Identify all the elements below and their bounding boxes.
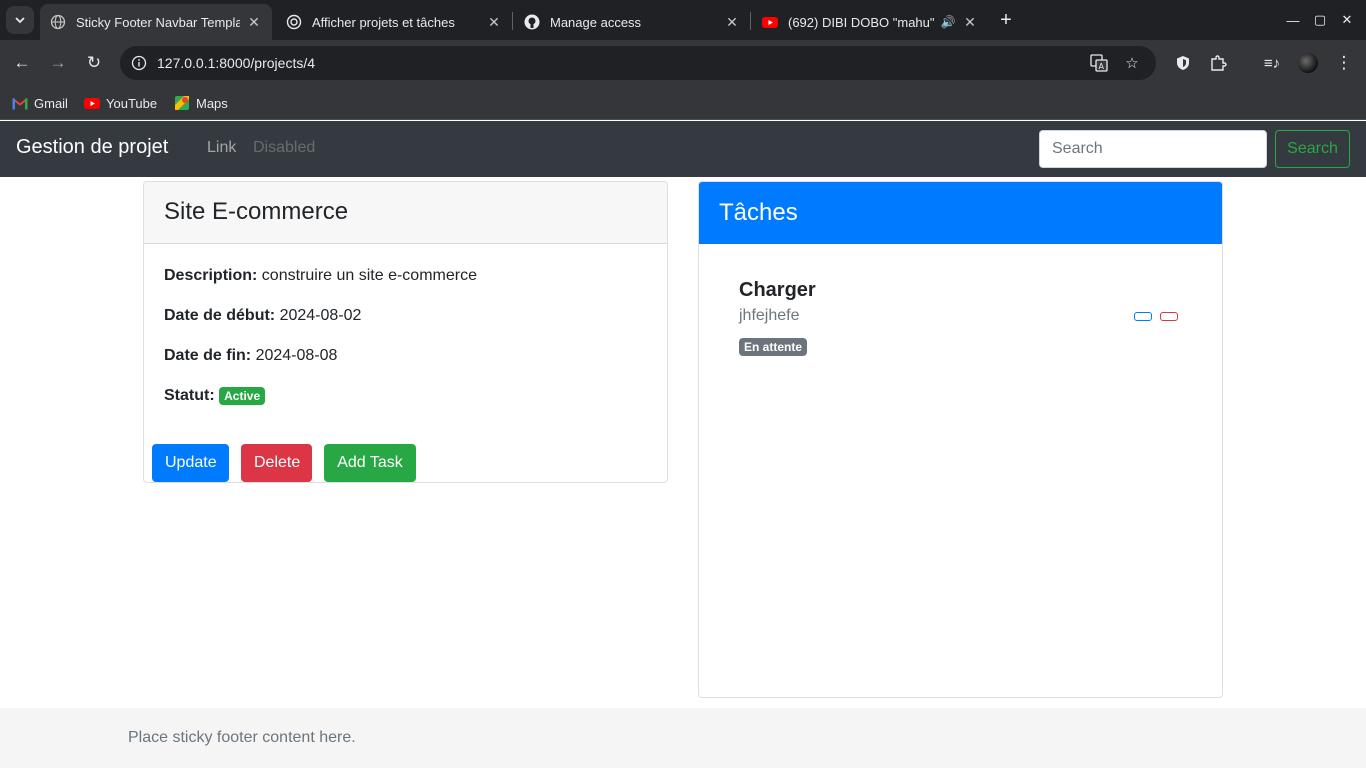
tab-sticky-footer[interactable]: Sticky Footer Navbar Templa ✕: [40, 4, 272, 40]
project-card-body: Description: construire un site e-commer…: [144, 244, 667, 444]
url-text: 127.0.0.1:8000/projects/4: [157, 55, 316, 71]
end-date-label: Date de fin:: [164, 347, 252, 364]
nav-link-disabled: Disabled: [253, 139, 316, 156]
start-date-value: 2024-08-02: [279, 307, 362, 324]
project-card: Site E-commerce Description: construire …: [143, 181, 668, 483]
media-control-icon[interactable]: ≡♪: [1258, 49, 1286, 77]
tab-title: (692) DIBI DOBO "mahu": [788, 14, 934, 30]
tab-manage-access[interactable]: Manage access ✕: [514, 4, 750, 40]
speaker-icon[interactable]: 🔊: [940, 14, 956, 30]
maps-icon: [174, 95, 190, 111]
end-date-value: 2024-08-08: [255, 347, 338, 364]
browser-toolbar: ← → ↻ 127.0.0.1:8000/projects/4 A ☆ ≡♪ ⋮: [0, 40, 1366, 86]
add-task-button[interactable]: Add Task: [324, 444, 416, 482]
shield-extension-icon[interactable]: [1169, 49, 1197, 77]
bookmark-label: Maps: [196, 95, 228, 111]
task-delete-button[interactable]: [1160, 312, 1178, 321]
bookmarks-bar: Gmail YouTube Maps: [0, 86, 1366, 120]
description-value: construire un site e-commerce: [261, 267, 477, 284]
forward-icon[interactable]: →: [44, 49, 72, 77]
back-icon[interactable]: ←: [8, 49, 36, 77]
close-icon[interactable]: ✕: [486, 14, 502, 30]
tasks-card-header: Tâches: [699, 182, 1222, 244]
close-icon[interactable]: ✕: [962, 14, 978, 30]
new-tab-button[interactable]: +: [994, 8, 1018, 32]
svg-text:A: A: [1099, 62, 1105, 71]
search-input[interactable]: [1039, 130, 1267, 168]
profile-avatar[interactable]: [1298, 53, 1318, 73]
bookmark-youtube[interactable]: YouTube: [84, 93, 157, 113]
youtube-icon: [84, 95, 100, 111]
status-badge: Active: [219, 386, 266, 405]
delete-button[interactable]: Delete: [241, 444, 312, 482]
close-icon[interactable]: ✕: [724, 14, 740, 30]
project-start-date: Date de début: 2024-08-02: [164, 304, 647, 328]
browser-tab-strip: Sticky Footer Navbar Templa ✕ Afficher p…: [0, 0, 1366, 40]
extensions-puzzle-icon[interactable]: [1204, 49, 1232, 77]
project-title: Site E-commerce: [164, 198, 349, 226]
bookmark-maps[interactable]: Maps: [174, 93, 228, 113]
reload-icon[interactable]: ↻: [80, 49, 108, 77]
maximize-icon[interactable]: ▢: [1308, 8, 1332, 32]
task-item: Charger jhfejhefe En attente: [739, 278, 1179, 356]
tasks-title: Tâches: [719, 198, 798, 226]
status-label: Statut:: [164, 387, 215, 404]
navbar-brand[interactable]: Gestion de projet: [16, 136, 168, 159]
task-name: Charger: [739, 279, 816, 301]
gmail-icon: [12, 95, 28, 111]
github-icon: [524, 14, 540, 30]
tasks-card: Tâches Charger jhfejhefe En attente: [698, 181, 1223, 698]
tab-search-button[interactable]: [6, 6, 34, 34]
nav-link[interactable]: Link: [207, 139, 236, 157]
task-status-badge: En attente: [739, 338, 808, 356]
footer-text: Place sticky footer content here.: [128, 729, 356, 746]
bookmark-star-icon[interactable]: ☆: [1121, 52, 1143, 74]
youtube-icon: [762, 14, 778, 30]
task-status: En attente: [739, 338, 1179, 356]
tab-youtube-video[interactable]: (692) DIBI DOBO "mahu" 🔊 ✕: [752, 4, 988, 40]
tab-afficher-projets[interactable]: Afficher projets et tâches ✕: [276, 4, 512, 40]
bookmark-label: Gmail: [34, 95, 68, 111]
window-close-icon[interactable]: ✕: [1335, 8, 1359, 32]
project-status: Statut: Active: [164, 384, 647, 408]
translate-icon[interactable]: A: [1088, 52, 1110, 74]
task-edit-button[interactable]: [1134, 312, 1152, 321]
description-label: Description:: [164, 267, 258, 284]
search-button[interactable]: Search: [1275, 130, 1350, 168]
start-date-label: Date de début:: [164, 307, 276, 324]
menu-kebab-icon[interactable]: ⋮: [1330, 49, 1358, 77]
sticky-footer: Place sticky footer content here.: [0, 708, 1366, 768]
tab-title: Manage access: [550, 14, 642, 30]
close-icon[interactable]: ✕: [246, 14, 262, 30]
tab-title: Afficher projets et tâches: [312, 14, 455, 30]
site-navbar: Gestion de projet Link Disabled Search: [0, 121, 1366, 177]
bookmark-label: YouTube: [106, 95, 158, 111]
project-end-date: Date de fin: 2024-08-08: [164, 344, 647, 368]
minimize-icon[interactable]: —: [1281, 8, 1305, 32]
site-info-icon[interactable]: [128, 52, 150, 74]
update-button[interactable]: Update: [152, 444, 229, 482]
bookmark-gmail[interactable]: Gmail: [12, 93, 68, 113]
task-description: jhfejhefe: [739, 307, 800, 324]
tab-title: Sticky Footer Navbar Templa: [76, 14, 240, 30]
project-description: Description: construire un site e-commer…: [164, 264, 647, 288]
address-bar[interactable]: 127.0.0.1:8000/projects/4 A ☆: [120, 46, 1156, 80]
chevron-down-icon: [15, 17, 25, 24]
tab-divider: [512, 12, 513, 30]
globe-icon: [50, 14, 66, 30]
tab-divider: [750, 12, 751, 30]
project-card-header: Site E-commerce: [144, 182, 667, 244]
chatgpt-icon: [286, 14, 302, 30]
